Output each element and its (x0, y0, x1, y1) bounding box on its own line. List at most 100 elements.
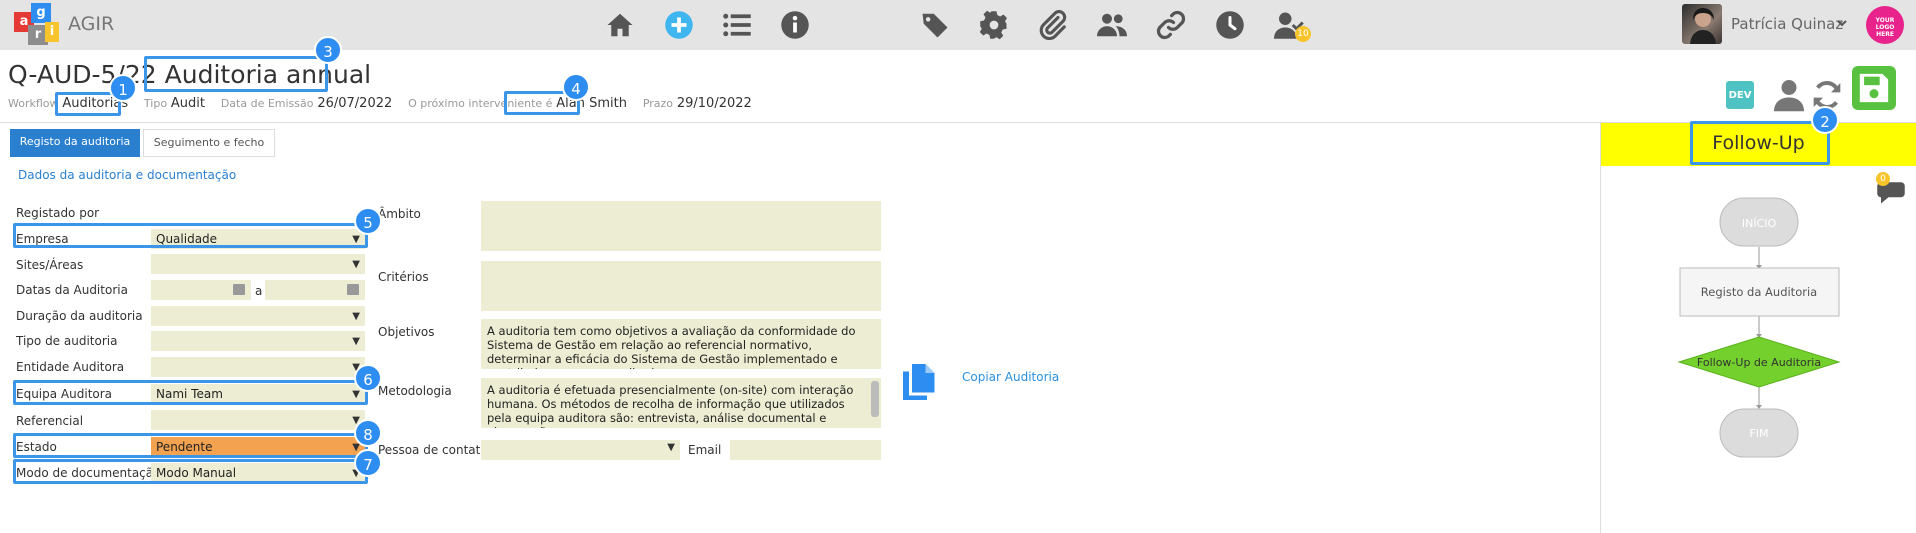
callout-badge-5: 5 (354, 207, 382, 235)
callout-badge-4: 4 (562, 73, 590, 101)
flow-followup-label: Follow-Up de Auditoria (1697, 356, 1821, 369)
next-actor-label: O próximo interveniente é (408, 97, 553, 110)
flow-registo-label: Registo da Auditoria (1701, 285, 1817, 299)
flow-start-label: INÍCIO (1742, 217, 1777, 230)
email-field[interactable] (730, 440, 881, 460)
sites-label: Sites/Áreas (16, 258, 84, 272)
chevron-down-icon: ▼ (352, 311, 360, 322)
criterios-label: Critérios (378, 270, 429, 284)
due-date-value: 29/10/2022 (676, 96, 752, 111)
objetivos-label: Objetivos (378, 325, 435, 339)
paperclip-icon[interactable] (1036, 8, 1070, 42)
person-icon[interactable] (1774, 78, 1804, 112)
callout-badge-1: 1 (109, 74, 137, 102)
datas-label: Datas da Auditoria (16, 283, 128, 297)
company-logo: YOUR LOGO HERE (1866, 6, 1904, 44)
list-icon[interactable] (720, 8, 754, 42)
metodologia-label: Metodologia (378, 384, 452, 398)
save-icon[interactable] (1852, 66, 1896, 110)
logo-letter-g: g (31, 3, 51, 23)
users-icon[interactable] (1095, 8, 1129, 42)
estado-label: Estado (16, 440, 57, 454)
contact-label: Pessoa de contato (378, 443, 488, 457)
criterios-textarea[interactable] (481, 261, 881, 311)
empresa-select[interactable]: Qualidade ▼ (151, 229, 365, 249)
avatar[interactable] (1682, 4, 1722, 44)
email-label: Email (688, 443, 722, 457)
link-icon[interactable] (1154, 8, 1188, 42)
agir-logo[interactable]: a g r i (14, 3, 59, 45)
issue-date-value: 26/07/2022 (317, 96, 393, 111)
chevron-down-icon[interactable] (1836, 17, 1848, 32)
gear-icon[interactable] (977, 8, 1011, 42)
followup-title: Follow-Up (1712, 132, 1805, 154)
callout-badge-3: 3 (314, 36, 342, 64)
tasks-badge: 10 (1295, 26, 1311, 42)
section-title: Dados da auditoria e documentação (18, 168, 237, 182)
date-separator: a (255, 284, 263, 298)
registered-by-label: Registado por (16, 206, 100, 220)
empresa-value: Qualidade (156, 232, 218, 246)
clock-icon[interactable] (1213, 8, 1247, 42)
equipa-select[interactable]: Nami Team ▼ (151, 384, 365, 404)
flow-end-label: FIM (1749, 427, 1768, 440)
callout-badge-8: 8 (354, 419, 382, 447)
entidade-select[interactable]: ▼ (151, 357, 365, 377)
date-start-input[interactable] (151, 280, 251, 300)
page-title: Q-AUD-5/22 Auditoria annual (8, 60, 371, 89)
equipa-value: Nami Team (156, 387, 223, 401)
estado-value: Pendente (156, 440, 213, 454)
flow-arrow (1756, 405, 1762, 409)
due-date-label: Prazo (642, 97, 674, 110)
tipo-auditoria-label: Tipo de auditoria (16, 334, 118, 348)
workflow-diagram: INÍCIO Registo da Auditoria Follow-Up de… (1677, 197, 1841, 458)
document-title[interactable]: Auditoria annual (165, 60, 371, 89)
modo-label: Modo de documentação (16, 466, 161, 480)
user-name[interactable]: Patrícia Quinaz (1731, 15, 1843, 33)
workflow-label: Workflow (8, 97, 59, 110)
objetivos-textarea[interactable]: A auditoria tem como objetivos a avaliaç… (481, 319, 881, 369)
tipo-auditoria-select[interactable]: ▼ (151, 331, 365, 351)
copy-icon[interactable] (900, 362, 936, 402)
entidade-label: Entidade Auditora (16, 360, 125, 374)
user-check-icon[interactable]: 10 (1272, 8, 1311, 42)
top-bar: a g r i AGIR 10 Patrícia Quinaz YOUR LOG… (0, 0, 1916, 50)
date-end-input[interactable] (265, 280, 365, 300)
add-icon[interactable] (662, 8, 696, 42)
ambito-label: Âmbito (378, 207, 421, 221)
chevron-down-icon: ▼ (352, 259, 360, 270)
chat-badge: 0 (1876, 172, 1890, 186)
calendar-icon[interactable] (347, 284, 359, 295)
dev-button[interactable]: DEV (1726, 81, 1754, 109)
info-icon[interactable] (778, 8, 812, 42)
duracao-label: Duração da auditoria (16, 309, 143, 323)
contact-select[interactable]: ▼ (481, 440, 680, 460)
duracao-select[interactable]: ▼ (151, 306, 365, 326)
copy-audit-link[interactable]: Copiar Auditoria (962, 370, 1059, 384)
metodologia-text: A auditoria é efetuada presencialmente (… (487, 383, 854, 428)
home-icon[interactable] (603, 8, 637, 42)
referencial-select[interactable]: ▼ (151, 410, 365, 430)
type-label: Tipo (143, 97, 168, 110)
type-value: Audit (170, 96, 205, 111)
tab-registo-auditoria[interactable]: Registo da auditoria (10, 129, 140, 157)
metodologia-textarea[interactable]: A auditoria é efetuada presencialmente (… (481, 378, 881, 428)
issue-date-label: Data de Emissão (220, 97, 314, 110)
metodologia-scrollbar[interactable] (871, 381, 879, 417)
tab-seguimento-fecho[interactable]: Seguimento e fecho (143, 129, 275, 157)
chevron-down-icon: ▼ (667, 442, 675, 453)
empresa-label: Empresa (16, 232, 69, 246)
callout-badge-2: 2 (1811, 106, 1839, 134)
app-name: AGIR (68, 13, 115, 35)
chevron-down-icon: ▼ (352, 336, 360, 347)
sites-select[interactable]: ▼ (151, 254, 365, 274)
calendar-icon[interactable] (233, 284, 245, 295)
tag-icon[interactable] (918, 8, 952, 42)
logo-letter-i: i (45, 22, 59, 42)
equipa-label: Equipa Auditora (16, 387, 113, 401)
ambito-textarea[interactable] (481, 201, 881, 251)
estado-select[interactable]: Pendente ▼ (151, 437, 365, 457)
callout-badge-7: 7 (354, 449, 382, 477)
modo-value: Modo Manual (156, 466, 237, 480)
modo-select[interactable]: Modo Manual ▼ (151, 463, 365, 483)
